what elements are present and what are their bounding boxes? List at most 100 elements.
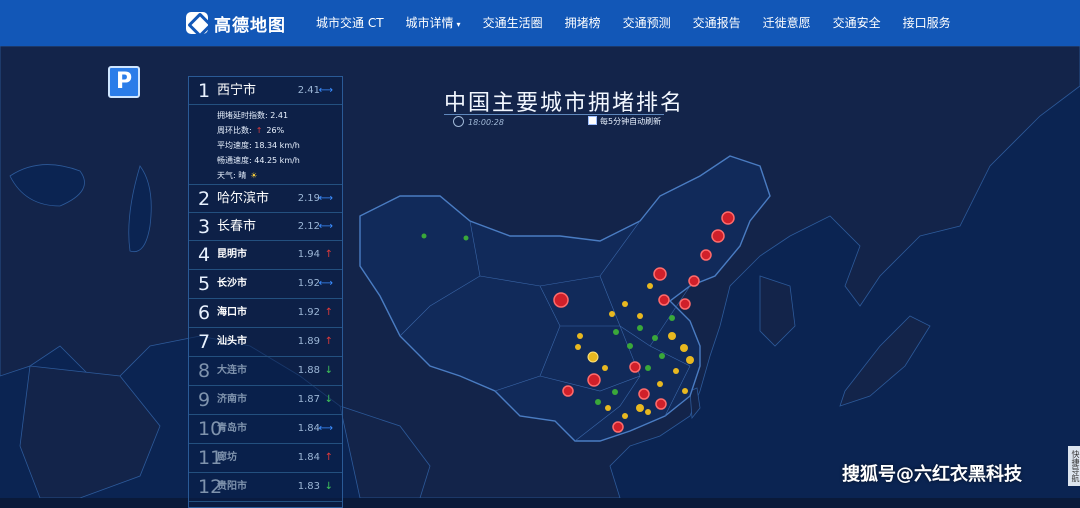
point-moderate bbox=[673, 368, 679, 374]
point-severe bbox=[658, 294, 670, 306]
down-arrow-icon: ↓ bbox=[324, 394, 333, 405]
point-moderate bbox=[637, 313, 643, 319]
rank-number: 5 bbox=[198, 273, 211, 295]
ranking-row-7[interactable]: 7 汕头市 1.89 ↑ bbox=[189, 328, 342, 357]
ranking-row-9[interactable]: 9 济南市 1.87 ↓ bbox=[189, 386, 342, 415]
ranking-row-6[interactable]: 6 海口市 1.92 ↑ bbox=[189, 299, 342, 328]
city-name: 济南市 bbox=[217, 394, 247, 405]
point-severe bbox=[721, 211, 735, 225]
ranking-row-5[interactable]: 5 长沙市 1.92 ⟷ bbox=[189, 270, 342, 299]
rank-number: 7 bbox=[198, 331, 211, 353]
city-name: 廊坊 bbox=[217, 452, 237, 463]
point-severe bbox=[612, 421, 624, 433]
ranking-list: 2 哈尔滨市 2.19 ⟷ 3 长春市 2.12 ⟷ 4 昆明市 1.94 ↑ 5 长沙市 1.92 ⟷ 6 海口… bbox=[189, 185, 342, 502]
nav-traffic-safety[interactable]: 交通安全 bbox=[822, 0, 892, 46]
city-name: 昆明市 bbox=[217, 249, 247, 260]
congestion-index: 1.83 bbox=[297, 481, 320, 492]
ranking-row-11[interactable]: 11 廊坊 1.84 ↑ bbox=[189, 444, 342, 473]
ring-ratio: 周环比数: ↑ 26% bbox=[217, 126, 285, 135]
point-severe bbox=[688, 275, 700, 287]
ranking-row-1[interactable]: 1 西宁市 2.41 ⟷ bbox=[189, 77, 342, 105]
point-severe bbox=[711, 229, 725, 243]
point-light bbox=[421, 233, 427, 239]
rank-number: 4 bbox=[198, 244, 211, 266]
city-name: 青岛市 bbox=[217, 423, 247, 434]
top-city-detail: 拥堵延时指数: 2.41 周环比数: ↑ 26% 平均速度: 18.34 km/h … bbox=[189, 105, 342, 185]
point-moderate bbox=[602, 365, 608, 371]
up-arrow-icon: ↑ bbox=[324, 307, 333, 318]
point-moderate bbox=[645, 409, 651, 415]
point-moderate bbox=[636, 404, 644, 412]
point-severe bbox=[562, 385, 574, 397]
congestion-index: 1.84 bbox=[297, 452, 320, 463]
city-name: 哈尔滨市 bbox=[217, 191, 270, 206]
point-severe bbox=[638, 388, 650, 400]
nav-city-detail[interactable]: 城市详情 ▾ bbox=[395, 0, 472, 46]
nav-traffic-report[interactable]: 交通报告 bbox=[682, 0, 752, 46]
nav-traffic-forecast[interactable]: 交通预测 bbox=[612, 0, 682, 46]
point-severe bbox=[587, 373, 601, 387]
nav-congestion-ranking[interactable]: 拥堵榜 bbox=[554, 0, 612, 46]
flat-trend-icon: ⟷ bbox=[318, 193, 333, 204]
point-moderate bbox=[647, 283, 653, 289]
point-moderate bbox=[609, 311, 615, 317]
rank-number: 2 bbox=[198, 188, 211, 210]
nav-api-service[interactable]: 接口服务 bbox=[892, 0, 962, 46]
flat-trend-icon: ⟷ bbox=[318, 423, 333, 434]
quick-nav-tab[interactable]: 快捷导航 bbox=[1068, 446, 1080, 486]
point-moderate bbox=[657, 381, 663, 387]
point-moderate bbox=[668, 332, 676, 340]
point-moderate bbox=[605, 405, 611, 411]
rank-number: 9 bbox=[198, 389, 211, 411]
up-arrow-icon: ↑ bbox=[324, 249, 333, 260]
weather: 天气: 晴 ☀ bbox=[217, 171, 258, 180]
congestion-ranking-panel: 1 西宁市 2.41 ⟷ 拥堵延时指数: 2.41 周环比数: ↑ 26% 平均速度… bbox=[188, 76, 343, 508]
point-light bbox=[463, 235, 469, 241]
point-moderate bbox=[622, 413, 628, 419]
chevron-down-icon: ▾ bbox=[456, 20, 461, 29]
parking-p-icon[interactable]: P bbox=[108, 66, 140, 98]
logo-text: 高德地图 bbox=[214, 15, 286, 36]
ranking-row-8[interactable]: 8 大连市 1.88 ↓ bbox=[189, 357, 342, 386]
congestion-index: 1.94 bbox=[297, 249, 320, 260]
congestion-index: 1.84 bbox=[297, 423, 320, 434]
nav-city-traffic[interactable]: 城市交通 CT bbox=[305, 0, 395, 46]
avg-speed: 平均速度: 18.34 km/h bbox=[217, 141, 300, 150]
delay-index: 拥堵延时指数: 2.41 bbox=[217, 111, 289, 120]
point-light bbox=[627, 343, 633, 349]
rank-number: 6 bbox=[198, 302, 211, 324]
point-light bbox=[595, 399, 601, 405]
congestion-index: 1.87 bbox=[297, 394, 320, 405]
point-moderate bbox=[622, 301, 628, 307]
main-nav: 城市交通 CT 城市详情 ▾ 交通生活圈 拥堵榜 交通预测 交通报告 迁徙意愿 交… bbox=[305, 0, 962, 46]
auto-refresh-toggle[interactable]: 每5分钟自动刷新 bbox=[588, 116, 661, 127]
down-arrow-icon: ↓ bbox=[324, 481, 333, 492]
point-severe bbox=[655, 398, 667, 410]
point-severe bbox=[653, 267, 667, 281]
point-light bbox=[659, 353, 665, 359]
point-light bbox=[645, 365, 651, 371]
point-light bbox=[612, 389, 618, 395]
flat-trend-icon: ⟷ bbox=[318, 278, 333, 289]
congestion-index: 2.12 bbox=[297, 221, 320, 232]
ranking-row-3[interactable]: 3 长春市 2.12 ⟷ bbox=[189, 213, 342, 241]
congestion-index: 1.89 bbox=[297, 336, 320, 347]
watermark: 搜狐号@六红衣黑科技 bbox=[842, 464, 1022, 485]
flat-trend-icon: ⟷ bbox=[318, 221, 333, 232]
point-moderate bbox=[680, 344, 688, 352]
congestion-index: 2.19 bbox=[297, 193, 320, 204]
city-name: 长沙市 bbox=[217, 278, 247, 289]
point-severe bbox=[679, 298, 691, 310]
up-arrow-icon: ↑ bbox=[255, 126, 263, 135]
point-moderate bbox=[577, 333, 583, 339]
ranking-row-2[interactable]: 2 哈尔滨市 2.19 ⟷ bbox=[189, 185, 342, 213]
ranking-row-4[interactable]: 4 昆明市 1.94 ↑ bbox=[189, 241, 342, 270]
amap-logo[interactable]: 高德地图 bbox=[186, 9, 286, 37]
ranking-row-10[interactable]: 10 青岛市 1.84 ⟷ bbox=[189, 415, 342, 444]
city-name: 贵阳市 bbox=[217, 481, 247, 492]
point-light bbox=[669, 315, 675, 321]
point-moderate bbox=[587, 351, 599, 363]
nav-traffic-life-circle[interactable]: 交通生活圈 bbox=[472, 0, 554, 46]
sun-icon: ☀ bbox=[250, 171, 258, 180]
nav-migration-intent[interactable]: 迁徙意愿 bbox=[752, 0, 822, 46]
